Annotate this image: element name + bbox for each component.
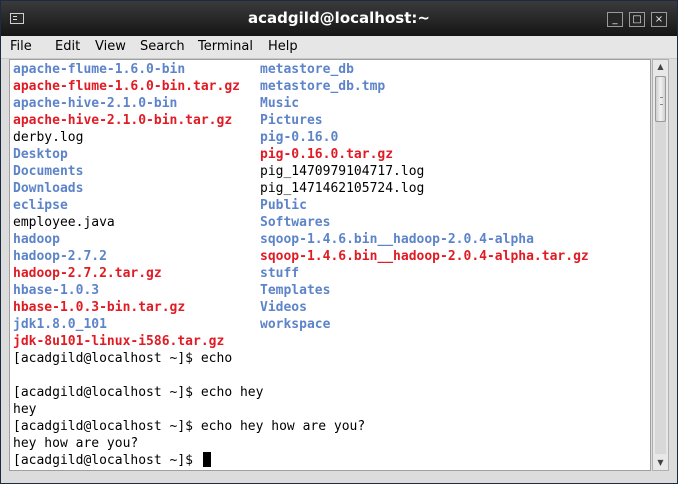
listing-entry: Pictures [260,113,323,128]
listing-entry: hadoop-2.7.2.tar.gz [13,266,162,281]
listing-entry: Music [260,96,300,111]
listing-entry: metastore_db [260,62,354,77]
session-line: [acadgild@localhost ~]$ echo [13,351,233,366]
listing-entry: hadoop-2.7.2 [13,249,107,264]
listing-entry: hadoop [13,232,60,247]
menu-edit[interactable]: Edit [55,39,80,54]
listing-entry: stuff [260,266,300,281]
menu-terminal[interactable]: Terminal [198,39,253,54]
minimize-button[interactable]: _ [607,12,623,27]
listing-entry: pig_1471462105724.log [260,181,425,196]
listing-entry: Desktop [13,147,68,162]
scrollbar-track[interactable] [655,76,666,454]
listing-entry: pig_1470979104717.log [260,164,425,179]
vertical-scrollbar[interactable]: ▲ ▼ [652,59,669,471]
listing-entry: sqoop-1.4.6.bin__hadoop-2.0.4-alpha [260,232,534,247]
title-bar[interactable]: acadgild@localhost:~ _ □ × [1,1,677,36]
prompt-line: [acadgild@localhost ~]$ [13,452,211,469]
listing-entry: Downloads [13,181,84,196]
session-line: hey [13,402,37,417]
listing-entry: jdk1.8.0_101 [13,317,107,332]
arrow-down-icon[interactable]: ▼ [653,456,668,470]
terminal-output[interactable]: apache-flume-1.6.0-bin apache-flume-1.6.0… [9,59,651,471]
window-title: acadgild@localhost:~ [248,9,430,27]
session-line: [acadgild@localhost ~]$ echo hey [13,385,264,400]
listing-entry: metastore_db.tmp [260,79,386,94]
listing-entry: apache-flume-1.6.0-bin [13,62,186,77]
menu-help[interactable]: Help [268,39,298,54]
scrollbar-thumb[interactable] [655,76,666,122]
listing-entry: hbase-1.0.3-bin.tar.gz [13,300,186,315]
listing-entry: Public [260,198,307,213]
listing-entry: hbase-1.0.3 [13,283,100,298]
listing-entry: jdk-8u101-linux-i586.tar.gz [13,334,225,349]
maximize-button[interactable]: □ [629,12,645,27]
listing-entry: employee.java [13,215,115,230]
listing-entry: apache-flume-1.6.0-bin.tar.gz [13,79,240,94]
text-cursor [202,452,211,467]
session-line: hey how are you? [13,436,139,451]
listing-entry: derby.log [13,130,84,145]
menu-search[interactable]: Search [140,39,185,54]
listing-entry: apache-hive-2.1.0-bin [13,96,178,111]
listing-entry: sqoop-1.4.6.bin__hadoop-2.0.4-alpha.tar.… [260,249,589,264]
listing-entry: workspace [260,317,331,332]
menu-bar: File Edit View Search Terminal Help [1,36,677,59]
listing-entry: Softwares [260,215,331,230]
menu-view[interactable]: View [95,39,126,54]
listing-entry: pig-0.16.0 [260,130,339,145]
listing-entry: eclipse [13,198,68,213]
close-button[interactable]: × [651,12,667,27]
arrow-up-icon[interactable]: ▲ [653,60,668,74]
listing-entry: Videos [260,300,307,315]
terminal-window: acadgild@localhost:~ _ □ × File Edit Vie… [0,0,678,484]
listing-entry: Templates [260,283,331,298]
session-line: [acadgild@localhost ~]$ echo hey how are… [13,419,366,434]
listing-entry: apache-hive-2.1.0-bin.tar.gz [13,113,233,128]
listing-entry: Documents [13,164,84,179]
listing-entry: pig-0.16.0.tar.gz [260,147,394,162]
menu-file[interactable]: File [10,39,32,54]
